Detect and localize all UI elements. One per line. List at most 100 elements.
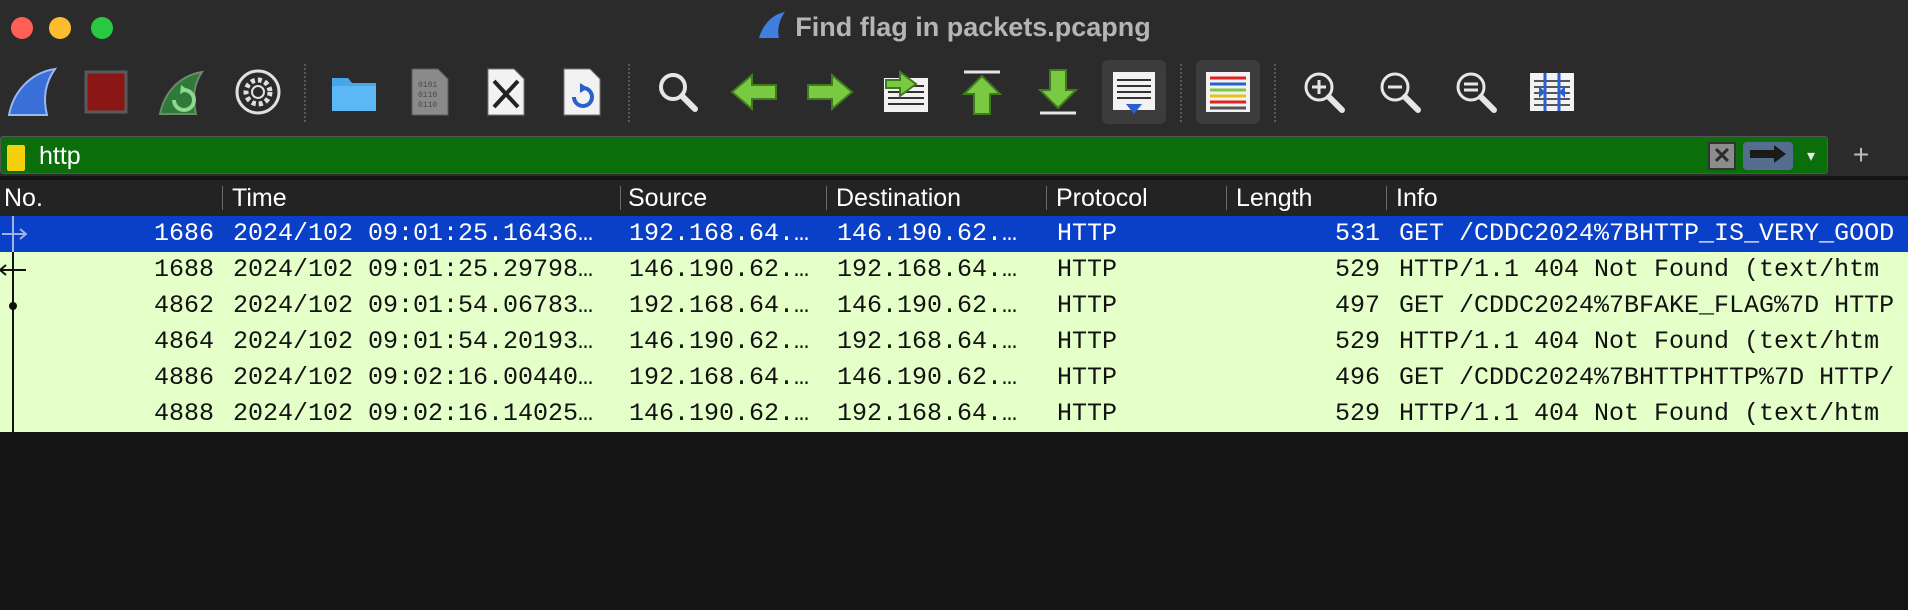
column-header-info[interactable]: Info: [1392, 180, 1892, 216]
packet-row[interactable]: 4888 2024/102 09:02:16.14025… 146.190.62…: [0, 396, 1908, 432]
packet-length: 497: [1334, 291, 1380, 320]
binary-file-icon: 0101 0110 0110: [408, 67, 452, 117]
packet-source: 146.190.62.…: [629, 399, 810, 428]
stop-capture-button[interactable]: [74, 60, 138, 124]
packet-destination: 192.168.64.…: [837, 255, 1018, 284]
zoom-in-button[interactable]: [1292, 60, 1356, 124]
filter-text[interactable]: http: [39, 142, 81, 171]
packet-no: 4886: [153, 363, 214, 392]
auto-scroll-icon: [1110, 68, 1158, 116]
capture-options-button[interactable]: [226, 60, 290, 124]
zoom-normal-button[interactable]: [1444, 60, 1508, 124]
packet-destination: 192.168.64.…: [837, 327, 1018, 356]
packet-no: 4888: [153, 399, 214, 428]
packet-source: 146.190.62.…: [629, 327, 810, 356]
packet-length: 531: [1334, 219, 1380, 248]
filter-bookmark-icon[interactable]: [7, 145, 25, 171]
resize-columns-icon: [1527, 69, 1577, 115]
go-to-packet-button[interactable]: [874, 60, 938, 124]
packet-row[interactable]: 4864 2024/102 09:01:54.20193… 146.190.62…: [0, 324, 1908, 360]
packet-protocol: HTTP: [1057, 363, 1118, 392]
magnifier-icon: [655, 69, 701, 115]
packet-row[interactable]: 1686 2024/102 09:01:25.16436… 192.168.64…: [0, 216, 1908, 252]
resize-columns-button[interactable]: [1520, 60, 1584, 124]
find-packet-button[interactable]: [646, 60, 710, 124]
start-capture-button[interactable]: [0, 60, 64, 124]
restart-capture-button[interactable]: [150, 60, 214, 124]
gear-icon: [233, 67, 283, 117]
arrow-right-icon: [806, 72, 854, 112]
folder-icon: [329, 70, 379, 114]
packet-info: GET /CDDC2024%7BFAKE_FLAG%7D HTTP: [1399, 291, 1895, 320]
conversation-related-icon: [9, 288, 17, 324]
conversation-request-icon: [2, 216, 28, 252]
packet-list-empty-area: [0, 432, 1908, 610]
column-header-length[interactable]: Length: [1232, 180, 1382, 216]
packet-source: 192.168.64.…: [629, 291, 810, 320]
shark-fin-icon: [3, 63, 61, 121]
save-file-button[interactable]: 0101 0110 0110: [398, 60, 462, 124]
packet-source: 146.190.62.…: [629, 255, 810, 284]
zoom-out-icon: [1377, 69, 1423, 115]
open-file-button[interactable]: [322, 60, 386, 124]
column-header-source[interactable]: Source: [624, 180, 824, 216]
conversation-response-icon: [0, 252, 26, 288]
window-title: Find flag in packets.pcapng: [0, 10, 1908, 47]
column-header-destination[interactable]: Destination: [832, 180, 1042, 216]
packet-info: HTTP/1.1 404 Not Found (text/htm: [1399, 255, 1880, 284]
go-to-packet-icon: [880, 68, 932, 116]
filter-history-dropdown[interactable]: ▾: [1799, 142, 1823, 170]
packet-time: 2024/102 09:01:25.29798…: [233, 255, 594, 284]
clear-filter-button[interactable]: ✕: [1708, 142, 1736, 170]
zoom-out-button[interactable]: [1368, 60, 1432, 124]
arrow-right-icon: [1748, 144, 1788, 169]
display-filter-bar: http ✕ ▾ +: [0, 134, 1908, 176]
packet-protocol: HTTP: [1057, 327, 1118, 356]
wireshark-fin-icon: [757, 10, 787, 47]
arrow-bottom-icon: [1036, 68, 1080, 116]
packet-no: 1688: [153, 255, 214, 284]
packet-time: 2024/102 09:02:16.14025…: [233, 399, 594, 428]
column-header-protocol[interactable]: Protocol: [1052, 180, 1222, 216]
close-file-button[interactable]: [474, 60, 538, 124]
last-packet-button[interactable]: [1026, 60, 1090, 124]
apply-filter-button[interactable]: [1743, 142, 1793, 170]
add-filter-button[interactable]: +: [1846, 139, 1876, 170]
packet-info: GET /CDDC2024%7BHTTP_IS_VERY_GOOD: [1399, 219, 1895, 248]
packet-source: 192.168.64.…: [629, 219, 810, 248]
reload-file-button[interactable]: [550, 60, 614, 124]
go-forward-button[interactable]: [798, 60, 862, 124]
conversation-line-icon: [12, 324, 14, 360]
packet-row[interactable]: 4886 2024/102 09:02:16.00440… 192.168.64…: [0, 360, 1908, 396]
go-back-button[interactable]: [722, 60, 786, 124]
colorize-lines-icon: [1204, 70, 1252, 114]
packet-destination: 146.190.62.…: [837, 291, 1018, 320]
chevron-down-icon: ▾: [1806, 148, 1816, 165]
column-header-no[interactable]: No.: [0, 180, 222, 216]
packet-protocol: HTTP: [1057, 291, 1118, 320]
packet-info: HTTP/1.1 404 Not Found (text/htm: [1399, 399, 1880, 428]
packet-row[interactable]: 4862 2024/102 09:01:54.06783… 192.168.64…: [0, 288, 1908, 324]
packet-no: 4864: [153, 327, 214, 356]
column-header-time[interactable]: Time: [228, 180, 618, 216]
packet-no: 1686: [153, 219, 214, 248]
packet-no: 4862: [153, 291, 214, 320]
title-bar: Find flag in packets.pcapng: [0, 0, 1908, 54]
arrow-left-icon: [730, 72, 778, 112]
packet-length: 529: [1334, 399, 1380, 428]
packet-length: 529: [1334, 255, 1380, 284]
packet-protocol: HTTP: [1057, 399, 1118, 428]
packet-time: 2024/102 09:02:16.00440…: [233, 363, 594, 392]
auto-scroll-button[interactable]: [1102, 60, 1166, 124]
packet-time: 2024/102 09:01:54.06783…: [233, 291, 594, 320]
packet-destination: 192.168.64.…: [837, 399, 1018, 428]
display-filter-input[interactable]: http ✕ ▾: [0, 136, 1828, 174]
close-file-icon: [484, 67, 528, 117]
colorize-button[interactable]: [1196, 60, 1260, 124]
packet-protocol: HTTP: [1057, 255, 1118, 284]
restart-fin-icon: [154, 64, 210, 120]
conversation-line-icon: [12, 360, 14, 396]
close-icon: ✕: [1712, 143, 1732, 168]
packet-row[interactable]: 1688 2024/102 09:01:25.29798… 146.190.62…: [0, 252, 1908, 288]
first-packet-button[interactable]: [950, 60, 1014, 124]
